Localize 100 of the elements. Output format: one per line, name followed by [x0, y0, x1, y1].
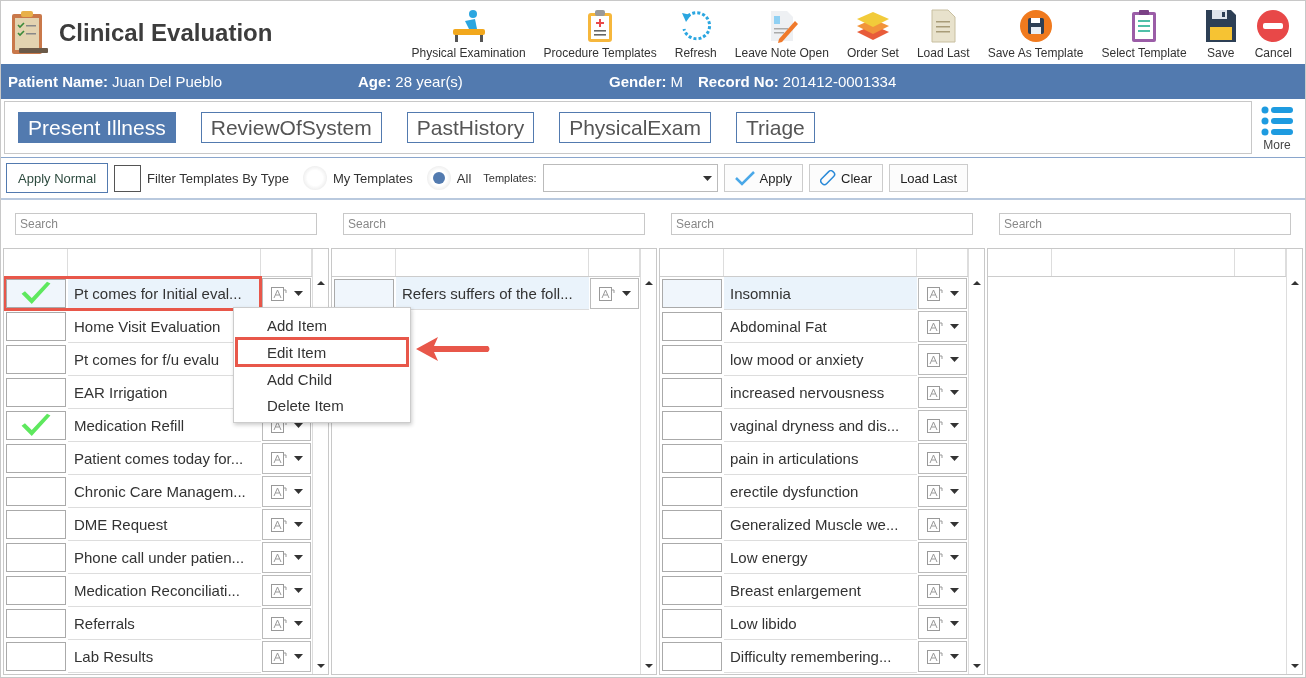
checkbox-cell[interactable] [662, 444, 722, 473]
stop-icon [1256, 9, 1291, 43]
tab[interactable]: ReviewOfSystem [200, 112, 382, 143]
text-format-icon [926, 385, 943, 400]
clear-button[interactable]: Clear [809, 164, 884, 192]
toolbar-button[interactable]: Physical Examination [404, 9, 533, 60]
text-format-icon [926, 352, 943, 367]
checkbox-cell[interactable] [334, 279, 394, 308]
checkbox-cell[interactable] [662, 576, 722, 605]
checkbox-cell[interactable] [6, 477, 66, 506]
checkbox-cell[interactable] [662, 477, 722, 506]
format-dropdown[interactable] [918, 476, 967, 507]
checkbox-cell[interactable] [662, 411, 722, 440]
caret-icon [949, 489, 959, 494]
checkbox-cell[interactable] [662, 279, 722, 308]
tab[interactable]: Triage [736, 112, 815, 143]
apply-button[interactable]: Apply [723, 164, 804, 192]
patient-info: Age: 28 year(s) [358, 73, 464, 90]
text-format-icon [270, 583, 287, 598]
tab[interactable]: Present Illness [18, 112, 176, 143]
list-icon [1261, 106, 1293, 136]
checkbox-cell[interactable] [6, 543, 66, 572]
text-format-icon [926, 517, 943, 532]
checkbox-cell[interactable] [6, 411, 66, 440]
checkbox-cell[interactable] [662, 609, 722, 638]
checkbox[interactable] [114, 164, 142, 192]
apply-normal-button[interactable]: Apply Normal [6, 163, 109, 193]
load-last-button[interactable]: Load Last [889, 164, 969, 192]
text-format-icon [270, 550, 287, 565]
item-text[interactable]: Pt comes for Initial eval... [68, 277, 261, 310]
toolbar-button[interactable]: Save [1197, 9, 1244, 60]
caret-icon [949, 390, 959, 395]
toolbar-button[interactable]: Cancel [1247, 9, 1299, 60]
caret-icon [293, 588, 303, 593]
format-dropdown[interactable] [918, 311, 967, 342]
tab[interactable]: PastHistory [406, 112, 535, 143]
templates-dropdown[interactable] [542, 164, 718, 192]
text-format-icon [598, 286, 615, 301]
tab[interactable]: PhysicalExam [559, 112, 712, 143]
format-dropdown[interactable] [262, 509, 311, 540]
checkbox-cell[interactable] [6, 312, 66, 341]
checkbox-cell[interactable] [6, 642, 66, 671]
toolbar-button[interactable]: Procedure Templates [536, 9, 664, 60]
checkbox-cell[interactable] [662, 378, 722, 407]
text-format-icon [926, 451, 943, 466]
format-dropdown[interactable] [918, 443, 967, 474]
search-field[interactable]: Search [999, 213, 1291, 235]
toolbar-button[interactable]: Save As Template [980, 9, 1091, 60]
text-format-icon [926, 418, 943, 433]
caret-icon [949, 357, 959, 362]
checkbox-cell[interactable] [662, 543, 722, 572]
checkbox-cell[interactable] [662, 345, 722, 374]
format-dropdown[interactable] [262, 443, 311, 474]
format-dropdown[interactable] [918, 542, 967, 573]
toolbar-button[interactable]: Load Last [909, 9, 977, 60]
checkbox-cell[interactable] [662, 642, 722, 671]
toolbar-button[interactable]: Select Template [1094, 9, 1194, 60]
text-format-icon [270, 616, 287, 631]
toolbar-button[interactable]: Order Set [839, 9, 906, 60]
format-dropdown[interactable] [918, 575, 967, 606]
checkbox-cell[interactable] [6, 510, 66, 539]
more-button[interactable]: More [1252, 101, 1302, 157]
text-format-icon [270, 517, 287, 532]
checkmark-icon [19, 412, 53, 439]
text-format-icon [926, 484, 943, 499]
text-format-icon [270, 286, 287, 301]
caret-icon [293, 522, 303, 527]
checkbox-cell[interactable] [6, 345, 66, 374]
format-dropdown[interactable] [918, 410, 967, 441]
document-icon [929, 9, 958, 43]
checkbox-cell[interactable] [6, 609, 66, 638]
checkbox-cell[interactable] [6, 576, 66, 605]
radio-label: All [456, 170, 472, 186]
format-dropdown[interactable] [918, 377, 967, 408]
item-text[interactable]: Refers suffers of the foll... [396, 277, 589, 310]
item-text[interactable]: Insomnia [724, 277, 917, 310]
search-field[interactable]: Search [671, 213, 973, 235]
text-format-icon [270, 484, 287, 499]
format-dropdown[interactable] [918, 344, 967, 375]
caret-icon [949, 588, 959, 593]
checkbox-cell[interactable] [6, 279, 66, 308]
toolbar-button[interactable]: Refresh [667, 9, 724, 60]
checkbox-cell[interactable] [662, 510, 722, 539]
text-format-icon [926, 583, 943, 598]
search-field[interactable]: Search [15, 213, 317, 235]
checkbox-cell[interactable] [6, 378, 66, 407]
caret-icon [949, 654, 959, 659]
checkbox-cell[interactable] [662, 312, 722, 341]
format-dropdown[interactable] [262, 542, 311, 573]
format-dropdown[interactable] [918, 509, 967, 540]
checkbox-cell[interactable] [6, 444, 66, 473]
format-dropdown[interactable] [262, 575, 311, 606]
format-dropdown[interactable] [262, 608, 311, 639]
format-dropdown[interactable] [918, 608, 967, 639]
format-dropdown[interactable] [262, 476, 311, 507]
search-field[interactable]: Search [343, 213, 645, 235]
radio-button[interactable] [426, 166, 451, 190]
toolbar-button[interactable]: Leave Note Open [727, 9, 836, 60]
caret-icon [949, 456, 959, 461]
text-format-icon [926, 649, 943, 664]
